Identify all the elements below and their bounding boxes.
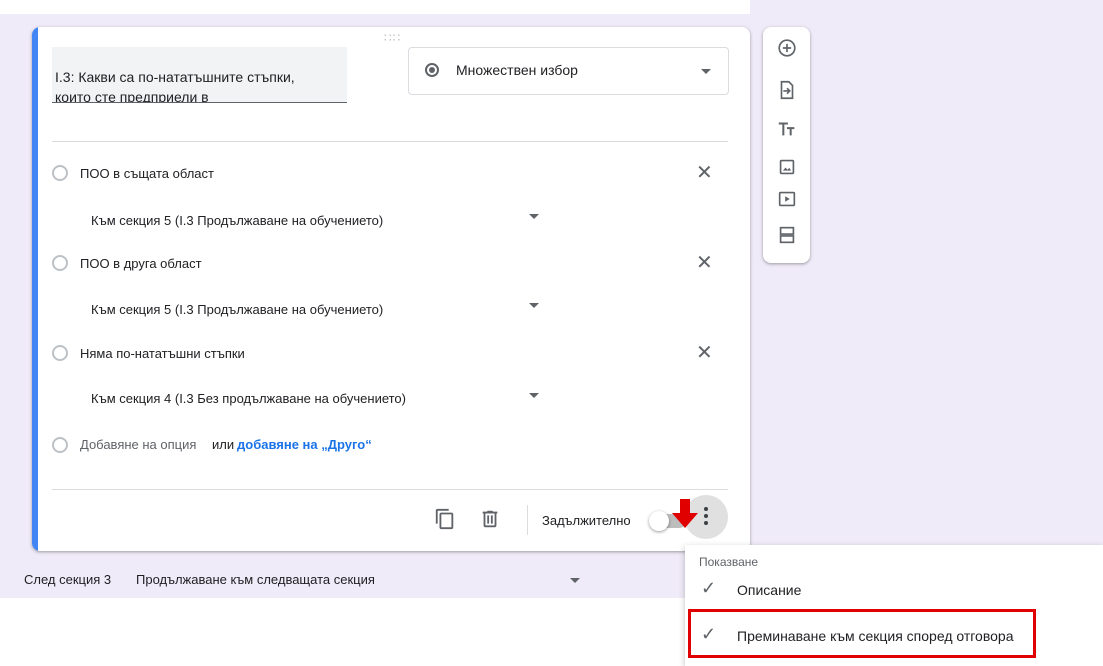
import-questions-icon[interactable] bbox=[776, 79, 798, 101]
question-title-text[interactable]: I.3: Какви са по-нататъшните стъпки, кои… bbox=[55, 67, 310, 103]
red-highlight-annotation bbox=[688, 609, 1036, 658]
or-label: или bbox=[212, 437, 235, 452]
duplicate-icon[interactable] bbox=[434, 508, 456, 530]
delete-icon[interactable] bbox=[479, 508, 501, 530]
required-label: Задължително bbox=[542, 513, 631, 528]
option-radio bbox=[52, 165, 68, 181]
add-question-icon[interactable] bbox=[776, 37, 798, 59]
option-label[interactable]: ПОО в същата област bbox=[80, 166, 214, 181]
check-icon: ✓ bbox=[701, 578, 717, 598]
add-section-icon[interactable] bbox=[776, 224, 798, 246]
goto-section-select[interactable]: Към секция 4 (I.3 Без продължаване на об… bbox=[91, 391, 406, 406]
chevron-down-icon[interactable] bbox=[529, 303, 539, 308]
required-toggle-knob[interactable] bbox=[649, 511, 669, 531]
question-card: ∷∷ I.3: Какви са по-нататъшните стъпки, … bbox=[32, 27, 750, 551]
title-underline bbox=[52, 102, 347, 103]
option-radio bbox=[52, 345, 68, 361]
chevron-down-icon[interactable] bbox=[529, 214, 539, 219]
menu-item-description[interactable]: ✓ Описание bbox=[685, 568, 1103, 614]
question-type-label: Множествен избор bbox=[456, 62, 578, 78]
footer-separator bbox=[527, 505, 528, 535]
chevron-down-icon[interactable] bbox=[529, 393, 539, 398]
add-video-icon[interactable] bbox=[776, 188, 798, 210]
remove-option-icon[interactable]: ✕ bbox=[696, 253, 713, 273]
radio-type-icon bbox=[425, 63, 439, 77]
add-title-icon[interactable] bbox=[776, 118, 798, 140]
title-divider bbox=[52, 141, 728, 142]
top-strip bbox=[0, 0, 750, 14]
menu-header: Показване bbox=[699, 555, 759, 569]
remove-option-icon[interactable]: ✕ bbox=[696, 163, 713, 183]
option-label[interactable]: ПОО в друга област bbox=[80, 256, 202, 271]
goto-section-select[interactable]: Към секция 5 (I.3 Продължаване на обучен… bbox=[91, 213, 383, 228]
add-option-link[interactable]: Добавяне на опция bbox=[80, 437, 196, 452]
after-section-select[interactable]: Продължаване към следващата секция bbox=[136, 572, 375, 587]
question-title-field[interactable]: I.3: Какви са по-нататъшните стъпки, кои… bbox=[52, 47, 347, 103]
remove-option-icon[interactable]: ✕ bbox=[696, 343, 713, 363]
chevron-down-icon bbox=[701, 69, 711, 74]
after-section-label: След секция 3 bbox=[24, 572, 112, 587]
active-card-indicator bbox=[32, 27, 38, 551]
option-label[interactable]: Няма по-нататъшни стъпки bbox=[80, 346, 245, 361]
add-other-link[interactable]: добавяне на „Друго“ bbox=[237, 437, 372, 452]
option-radio bbox=[52, 437, 68, 453]
more-vert-icon bbox=[704, 507, 708, 528]
option-radio bbox=[52, 255, 68, 271]
menu-item-label: Описание bbox=[737, 582, 802, 598]
question-type-select[interactable]: Множествен избор bbox=[408, 47, 729, 95]
drag-handle-icon[interactable]: ∷∷ bbox=[384, 31, 401, 45]
floating-toolbar bbox=[763, 27, 810, 263]
add-image-icon[interactable] bbox=[776, 156, 798, 178]
chevron-down-icon[interactable] bbox=[570, 578, 580, 583]
footer-divider bbox=[52, 489, 728, 490]
red-arrow-annotation bbox=[672, 499, 698, 528]
goto-section-select[interactable]: Към секция 5 (I.3 Продължаване на обучен… bbox=[91, 302, 383, 317]
